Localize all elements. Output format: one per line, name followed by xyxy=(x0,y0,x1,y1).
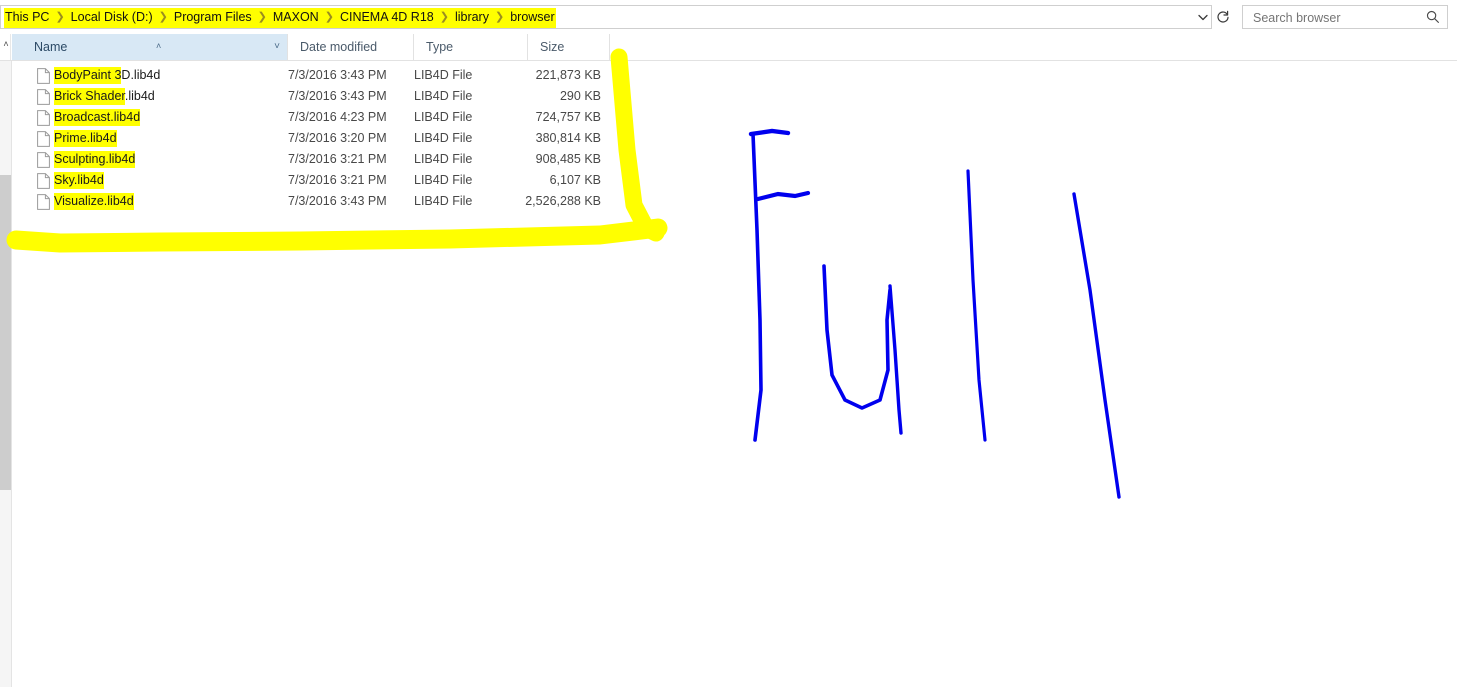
file-name[interactable]: BodyPaint 3D.lib4d xyxy=(54,65,160,86)
file-name-highlighted: Visualize.lib4d xyxy=(54,193,134,210)
file-date-modified: 7/3/2016 3:43 PM xyxy=(288,68,387,82)
column-header-type-label: Type xyxy=(426,40,454,54)
column-header-type[interactable]: Type xyxy=(414,34,528,60)
search-box[interactable] xyxy=(1242,5,1448,29)
file-list: BodyPaint 3D.lib4d 7/3/2016 3:43 PM LIB4D … xyxy=(12,61,1457,687)
file-document-icon xyxy=(37,173,50,189)
column-header-name[interactable]: Name ˄ ˅ xyxy=(12,34,288,60)
file-name-highlighted: Sculpting.lib4d xyxy=(54,151,136,168)
file-date-modified: 7/3/2016 3:43 PM xyxy=(288,89,387,103)
chevron-down-icon[interactable] xyxy=(1196,10,1210,24)
file-name-highlighted: Broadcast.lib4d xyxy=(54,109,141,126)
column-header-size[interactable]: Size xyxy=(528,34,610,60)
file-size: 908,485 KB xyxy=(535,152,601,166)
column-header-size-label: Size xyxy=(540,40,565,54)
file-date-modified: 7/3/2016 3:21 PM xyxy=(288,152,387,166)
breadcrumb-item-browser[interactable]: browser xyxy=(509,7,556,28)
search-input[interactable] xyxy=(1251,10,1425,26)
file-name-plain: .lib4d xyxy=(124,89,155,103)
file-name-highlighted: Brick Shader xyxy=(54,88,125,105)
column-header-name-label: Name xyxy=(34,40,68,54)
file-size: 380,814 KB xyxy=(535,131,601,145)
file-name[interactable]: Broadcast.lib4d xyxy=(54,107,141,128)
breadcrumb: This PC ❯ Local Disk (D:) ❯ Program File… xyxy=(4,7,556,28)
file-date-modified: 7/3/2016 3:21 PM xyxy=(288,173,387,187)
file-size: 6,107 KB xyxy=(549,173,601,187)
file-name[interactable]: Sky.lib4d xyxy=(54,170,104,191)
breadcrumb-separator: ❯ xyxy=(319,7,339,28)
file-name-plain: D.lib4d xyxy=(121,68,161,82)
file-name-highlighted: Prime.lib4d xyxy=(54,130,117,147)
chevron-up-icon: ˄ xyxy=(3,39,9,49)
file-date-modified: 7/3/2016 3:20 PM xyxy=(288,131,387,145)
navigation-pane-collapse-button[interactable]: ˄ xyxy=(0,34,11,60)
breadcrumb-item-this-pc[interactable]: This PC xyxy=(4,7,51,28)
file-row[interactable]: Visualize.lib4d 7/3/2016 3:43 PM LIB4D Fil… xyxy=(12,191,1457,212)
file-date-modified: 7/3/2016 3:43 PM xyxy=(288,194,387,208)
search-icon[interactable] xyxy=(1425,9,1441,25)
breadcrumb-separator: ❯ xyxy=(434,7,454,28)
file-document-icon xyxy=(37,131,50,147)
breadcrumb-item-library[interactable]: library xyxy=(453,7,490,28)
breadcrumb-item-maxon[interactable]: MAXON xyxy=(271,7,320,28)
column-filter-chevron-icon[interactable]: ˅ xyxy=(274,34,280,60)
file-name-highlighted: Sky.lib4d xyxy=(54,172,104,189)
file-name[interactable]: Brick Shader.lib4d xyxy=(54,86,155,107)
breadcrumb-separator: ❯ xyxy=(50,7,70,28)
address-bar: This PC ❯ Local Disk (D:) ❯ Program File… xyxy=(0,0,1457,33)
file-name[interactable]: Visualize.lib4d xyxy=(54,191,134,212)
file-size: 724,757 KB xyxy=(535,110,601,124)
column-header-date-modified-label: Date modified xyxy=(300,40,378,54)
file-document-icon xyxy=(37,110,50,126)
breadcrumb-item-local-disk-d[interactable]: Local Disk (D:) xyxy=(69,7,154,28)
file-size: 221,873 KB xyxy=(535,68,601,82)
column-header-date-modified[interactable]: Date modified xyxy=(288,34,414,60)
file-row[interactable]: BodyPaint 3D.lib4d 7/3/2016 3:43 PM LIB4D … xyxy=(12,65,1457,86)
file-document-icon xyxy=(37,194,50,210)
file-size: 290 KB xyxy=(559,89,601,103)
breadcrumb-separator: ❯ xyxy=(489,7,510,28)
refresh-icon[interactable] xyxy=(1215,9,1231,25)
file-row[interactable]: Broadcast.lib4d 7/3/2016 4:23 PM LIB4D Fil… xyxy=(12,107,1457,128)
file-row[interactable]: Brick Shader.lib4d 7/3/2016 3:43 PM LIB4D … xyxy=(12,86,1457,107)
breadcrumb-separator: ❯ xyxy=(153,7,173,28)
column-header-row: ˄ Name ˄ ˅ Date modified Type Size xyxy=(0,34,1457,61)
sort-ascending-icon: ˄ xyxy=(156,41,162,51)
vertical-scrollbar[interactable] xyxy=(0,61,11,687)
file-document-icon xyxy=(37,152,50,168)
file-document-icon xyxy=(37,68,50,84)
file-row[interactable]: Sculpting.lib4d 7/3/2016 3:21 PM LIB4D Fil… xyxy=(12,149,1457,170)
breadcrumb-item-program-files[interactable]: Program Files xyxy=(172,7,253,28)
file-size: 2,526,288 KB xyxy=(525,194,601,208)
file-row[interactable]: Sky.lib4d 7/3/2016 3:21 PM LIB4D File 6,107… xyxy=(12,170,1457,191)
file-name[interactable]: Prime.lib4d xyxy=(54,128,117,149)
breadcrumb-separator: ❯ xyxy=(252,7,272,28)
scrollbar-thumb[interactable] xyxy=(0,175,11,490)
breadcrumb-item-cinema-4d-r18[interactable]: CINEMA 4D R18 xyxy=(338,7,435,28)
file-date-modified: 7/3/2016 4:23 PM xyxy=(288,110,387,124)
file-name[interactable]: Sculpting.lib4d xyxy=(54,149,136,170)
file-name-highlighted: BodyPaint 3 xyxy=(54,67,122,84)
file-document-icon xyxy=(37,89,50,105)
file-row[interactable]: Prime.lib4d 7/3/2016 3:20 PM LIB4D File 380… xyxy=(12,128,1457,149)
